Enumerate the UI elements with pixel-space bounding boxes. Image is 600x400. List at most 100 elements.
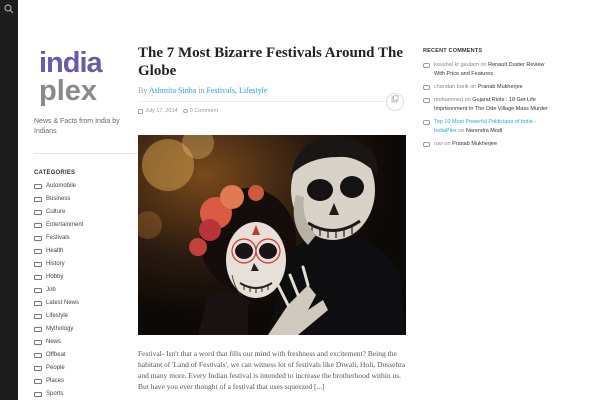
category-link-festivals[interactable]: Festivals [206, 86, 234, 95]
recent-comment-item: chandan barik on Pranab Mukherjee [423, 83, 553, 92]
category-item[interactable]: Health [34, 247, 83, 260]
comment-author: ravi [434, 141, 443, 147]
category-link-lifestyle[interactable]: Lifestyle [239, 86, 267, 95]
by-label: By [138, 86, 148, 95]
category-item[interactable]: Offbeat [34, 351, 83, 364]
folder-icon [34, 379, 42, 384]
folder-icon [34, 366, 42, 371]
folder-icon [34, 340, 42, 345]
logo-line-india: india [39, 47, 103, 79]
category-item[interactable]: Business [34, 195, 83, 208]
category-label: Health [46, 248, 64, 254]
left-dark-bar [0, 0, 18, 400]
comment-bubble-icon [423, 142, 430, 147]
category-label: Culture [46, 209, 66, 215]
comment-on: on [480, 62, 487, 68]
category-item[interactable]: Places [34, 377, 83, 390]
folder-icon [34, 249, 42, 254]
in-label: in [198, 86, 205, 95]
category-label: Lifestyle [46, 313, 69, 319]
category-label: Latest News [46, 300, 80, 306]
comment-bubble-icon [423, 63, 430, 68]
calendar-icon [138, 108, 143, 114]
comment-on: on [458, 128, 465, 134]
comment-post-link[interactable]: Pranab Mukherjee [452, 141, 497, 147]
category-label: Places [46, 378, 65, 384]
folder-icon [34, 262, 42, 267]
category-separator: , [234, 86, 237, 95]
category-label: Entertainment [46, 222, 84, 228]
category-item[interactable]: Hobby [34, 273, 83, 286]
author-link[interactable]: Ashmita Sinha [149, 86, 196, 95]
site-tagline: News & Facts from India by Indians [34, 118, 120, 135]
post-excerpt: Festival- Isn't that a word that fills o… [138, 349, 406, 391]
category-label: People [46, 365, 65, 371]
category-item[interactable]: Culture [34, 208, 83, 221]
category-item[interactable]: Automobile [34, 182, 83, 195]
comment-bubble-icon [423, 120, 430, 125]
comment-post-link[interactable]: Narendra Modi [466, 128, 502, 134]
folder-icon [34, 223, 42, 228]
category-label: Job [46, 287, 56, 293]
comment-count[interactable]: 0 Comment [190, 108, 218, 114]
comment-post-link[interactable]: Pranab Mukherjee [478, 84, 523, 90]
category-label: Sports [46, 391, 64, 397]
category-label: Mythology [46, 326, 74, 332]
category-item[interactable]: Sports [34, 390, 83, 400]
comment-on: on [444, 141, 451, 147]
category-item[interactable]: People [34, 364, 83, 377]
recent-comment-item: Top 10 Most Powerful Politicians of Indi… [423, 118, 553, 136]
folder-icon [34, 353, 42, 358]
share-icon [391, 95, 399, 103]
search-icon[interactable] [3, 4, 15, 16]
category-label: Business [46, 196, 71, 202]
post-meta: July 17, 2014 0 Comment [138, 108, 218, 114]
folder-icon [34, 184, 42, 189]
category-item[interactable]: Job [34, 286, 83, 299]
category-item[interactable]: Mythology [34, 325, 83, 338]
sidebar-divider [34, 153, 138, 154]
post-title[interactable]: The 7 Most Bizarre Festivals Around The … [138, 44, 406, 80]
categories-title: CATEGORIES [34, 170, 76, 176]
category-label: Offbeat [46, 352, 66, 358]
folder-icon [34, 236, 42, 241]
recent-comments-list: kaushal kr gautam on Renault Duster Revi… [423, 61, 553, 153]
folder-icon [34, 392, 42, 397]
comment-author: chandan barik [434, 84, 469, 90]
right-sidebar: RECENT COMMENTS kaushal kr gautam on Ren… [423, 0, 593, 400]
category-item[interactable]: Festivals [34, 234, 83, 247]
post-byline: By Ashmita Sinha in Festivals, Lifestyle [138, 86, 267, 95]
folder-icon [34, 327, 42, 332]
category-label: Automobile [46, 183, 77, 189]
folder-icon [34, 210, 42, 215]
category-item[interactable]: History [34, 260, 83, 273]
category-item[interactable]: News [34, 338, 83, 351]
comment-on: on [464, 97, 471, 103]
comment-author: kaushal kr gautam [434, 62, 479, 68]
left-sidebar: india plex News & Facts from India by In… [18, 0, 138, 400]
site-logo[interactable]: india plex [39, 47, 121, 110]
category-item[interactable]: Entertainment [34, 221, 83, 234]
recent-comment-item: mohammed on Gujarat Riots : 18 Get Life … [423, 96, 553, 114]
comment-bubble-icon [423, 98, 430, 103]
category-label: Festivals [46, 235, 70, 241]
logo-line-plex: plex [39, 75, 98, 107]
category-label: Hobby [46, 274, 64, 280]
folder-icon [34, 288, 42, 293]
featured-image[interactable] [138, 135, 406, 335]
share-button[interactable] [386, 93, 404, 111]
folder-icon [34, 197, 42, 202]
comment-on: on [470, 84, 477, 90]
folder-icon [34, 301, 42, 306]
category-item[interactable]: Lifestyle [34, 312, 83, 325]
byline-divider [138, 101, 390, 102]
folder-icon [34, 314, 42, 319]
main-content: The 7 Most Bizarre Festivals Around The … [138, 0, 406, 400]
category-item[interactable]: Latest News [34, 299, 83, 312]
recent-comments-title: RECENT COMMENTS [423, 48, 483, 54]
comment-bubble-icon [423, 85, 430, 90]
category-label: History [46, 261, 65, 267]
folder-icon [34, 275, 42, 280]
comment-icon [182, 109, 188, 113]
categories-list: Automobile Business Culture Entertainmen… [34, 182, 83, 400]
